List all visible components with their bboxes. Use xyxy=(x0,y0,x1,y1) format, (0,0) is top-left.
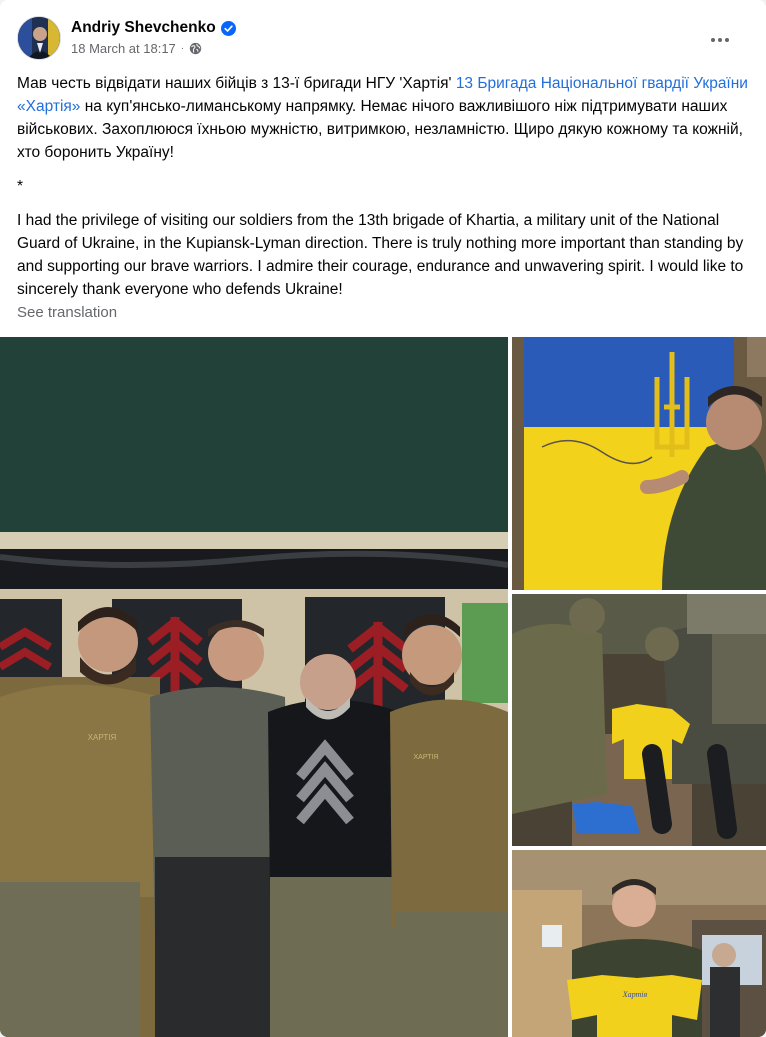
meta-separator: · xyxy=(180,43,185,54)
photo-signing-flag[interactable] xyxy=(512,337,766,590)
post-text-english: I had the privilege of visiting our sold… xyxy=(17,212,744,298)
photo-signing-jersey[interactable] xyxy=(512,594,766,846)
see-translation-link[interactable]: See translation xyxy=(17,304,117,321)
shirt-brand-label-left: ХАРТІЯ xyxy=(88,733,117,742)
post-text-ukrainian: Мав честь відвідати наших бійців з 13-ї … xyxy=(17,72,749,164)
photo-holding-jersey[interactable]: Хартія xyxy=(512,850,766,1037)
verified-badge-icon xyxy=(220,20,236,36)
shirt-brand-label-right: ХАРТІЯ xyxy=(414,754,439,761)
more-options-icon[interactable] xyxy=(702,22,738,58)
text-separator: * xyxy=(17,178,24,195)
author-name[interactable]: Andriy Shevchenko xyxy=(71,19,216,37)
post-timestamp[interactable]: 18 March at 18:17 xyxy=(71,41,176,56)
ukrainian-text-start: Мав честь відвідати наших бійців з 13-ї … xyxy=(17,75,456,92)
post-header: Andriy Shevchenko 18 March at 18:17 · xyxy=(17,16,750,62)
globe-icon[interactable] xyxy=(189,42,202,55)
photo-group-soldiers[interactable]: ХАРТІЯ ХАРТІЯ xyxy=(0,337,508,1037)
post-text: Мав честь відвідати наших бійців з 13-ї … xyxy=(17,72,749,312)
jersey-inscription: Хартія xyxy=(622,990,648,999)
post-card: Andriy Shevchenko 18 March at 18:17 · Ма… xyxy=(0,0,766,1037)
author-avatar[interactable] xyxy=(17,16,61,60)
ukrainian-text-end: на куп'янсько-лиманському напрямку. Нема… xyxy=(17,98,743,161)
